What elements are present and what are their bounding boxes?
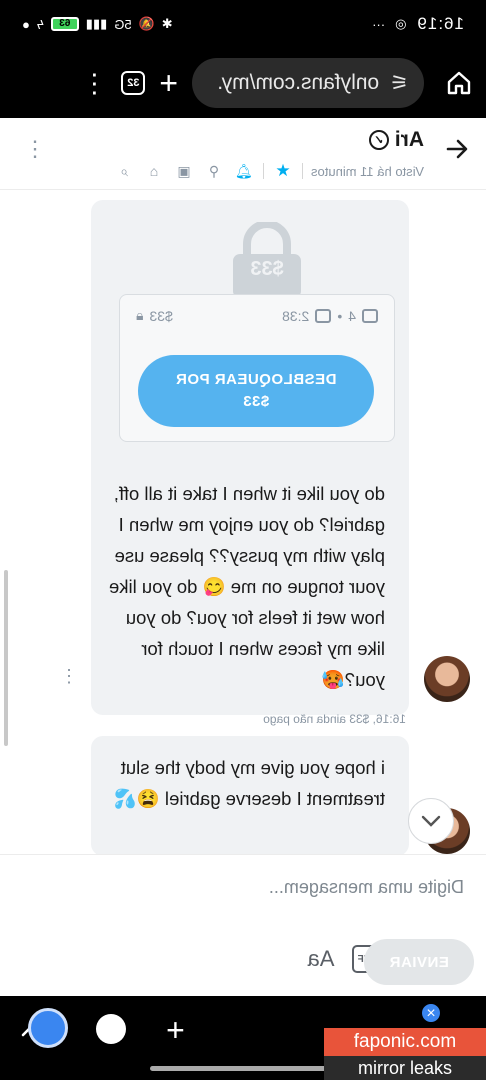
video-duration: 2:38 xyxy=(282,307,310,324)
circle-button[interactable] xyxy=(96,1014,126,1044)
divider xyxy=(302,163,304,179)
message-text: i hope you give my body the slut treatme… xyxy=(113,757,385,809)
add-icon[interactable]: + xyxy=(166,1012,185,1049)
avatar[interactable] xyxy=(424,656,470,702)
message-timestamp: 16:16, $33 ainda não pago xyxy=(263,712,406,726)
new-tab-icon[interactable]: + xyxy=(159,65,178,101)
watermark: × faponic.com mirror leaks xyxy=(324,1002,486,1080)
chat-options-icon[interactable]: ⋮ xyxy=(24,136,46,161)
more-notifications-icon: ··· xyxy=(372,16,386,32)
status-time: 16:19 xyxy=(416,14,464,33)
chat-scrollbar[interactable] xyxy=(4,570,8,746)
mirrored-screen: 16:19 ◎ ··· ✱ 🔕 5G ▮▮▮ 63 ϟ ● ⚟ onlyfans… xyxy=(0,0,486,1080)
last-seen-text: Visto há 11 minutos xyxy=(311,163,424,179)
locked-message-bubble: $33 4 • 2:38 $33 🔒︎ DESBLOQUEAR POR $33 xyxy=(91,200,409,715)
contact-status-row: Visto há 11 minutos ★ 🔔︎ ⚲ ▣ ⌂ ⌕ xyxy=(113,160,424,182)
site-settings-icon[interactable]: ⚟ xyxy=(389,71,408,96)
chat-thread[interactable]: $33 4 • 2:38 $33 🔒︎ DESBLOQUEAR POR $33 xyxy=(0,190,486,854)
bell-icon[interactable]: 🔔︎ xyxy=(233,160,255,182)
locked-media-meta: 4 • 2:38 $33 🔒︎ xyxy=(136,307,378,324)
pin-icon[interactable]: ⚲ xyxy=(203,160,225,182)
url-text: onlyfans.com/my. xyxy=(217,71,380,94)
media-count: 4 xyxy=(348,307,356,324)
mute-icon: 🔕 xyxy=(138,16,155,31)
url-bar[interactable]: ⚟ onlyfans.com/my. xyxy=(192,58,424,108)
lock-icon: 🔒︎ xyxy=(136,307,144,323)
star-icon[interactable]: ★ xyxy=(272,160,294,182)
instagram-icon: ◎ xyxy=(395,16,407,31)
watermark-line-1: faponic.com xyxy=(324,1028,486,1056)
lock-price: $33 xyxy=(149,307,173,324)
shopping-bag-icon[interactable]: ⌂ xyxy=(143,160,165,182)
unlock-price: $33 xyxy=(242,393,270,410)
locked-media-card: 4 • 2:38 $33 🔒︎ DESBLOQUEAR POR $33 xyxy=(119,294,395,442)
browser-toolbar: ⚟ onlyfans.com/my. + 32 ⋮ xyxy=(0,48,486,118)
chat-header: Ari ✓ Visto há 11 minutos ★ 🔔︎ ⚲ ▣ ⌂ ⌕ ⋮ xyxy=(0,118,486,190)
divider xyxy=(263,163,265,179)
home-icon[interactable] xyxy=(446,70,472,96)
message-bubble: i hope you give my body the slut treatme… xyxy=(91,736,409,854)
tab-switcher-button[interactable]: 32 xyxy=(121,71,146,95)
dot-icon: ● xyxy=(22,16,30,32)
search-icon[interactable]: ⌕ xyxy=(113,160,135,182)
scroll-down-button[interactable] xyxy=(408,798,454,844)
network-label: 5G xyxy=(114,16,132,32)
video-icon xyxy=(315,308,332,323)
lock-price-badge: $33 xyxy=(250,258,284,280)
unlock-button[interactable]: DESBLOQUEAR POR $33 xyxy=(138,355,374,427)
verified-icon: ✓ xyxy=(368,130,389,150)
charging-icon: ϟ xyxy=(36,16,44,32)
battery-icon: 63 xyxy=(50,17,79,31)
watermark-line-2: mirror leaks xyxy=(324,1056,486,1080)
text-format-button[interactable]: Aa xyxy=(304,945,338,973)
image-icon xyxy=(362,308,378,323)
assistant-bubble-icon[interactable] xyxy=(28,1008,68,1048)
message-options-icon[interactable]: ⋮ xyxy=(60,666,78,686)
meta-dot: • xyxy=(337,307,343,324)
browser-menu-icon[interactable]: ⋮ xyxy=(81,68,107,98)
status-bar: 16:19 ◎ ··· ✱ 🔕 5G ▮▮▮ 63 ϟ ● xyxy=(0,0,486,48)
message-composer: Digite uma mensagem... ▲ $ GIF Aa ENVIAR xyxy=(0,854,486,996)
unlock-label: DESBLOQUEAR POR xyxy=(175,371,337,388)
message-text: do you like it when I take it all off, g… xyxy=(108,483,385,690)
message-input[interactable]: Digite uma mensagem... xyxy=(24,877,464,911)
close-icon[interactable]: × xyxy=(420,1002,442,1024)
bluetooth-icon: ✱ xyxy=(161,16,173,31)
send-button[interactable]: ENVIAR xyxy=(364,939,474,985)
gesture-nav-pill[interactable] xyxy=(150,1066,336,1071)
back-arrow-icon[interactable] xyxy=(444,136,470,169)
contact-name-row[interactable]: Ari ✓ xyxy=(368,128,424,152)
contact-name: Ari xyxy=(394,128,424,151)
signal-icon: ▮▮▮ xyxy=(85,16,108,31)
image-gallery-icon[interactable]: ▣ xyxy=(173,160,195,182)
